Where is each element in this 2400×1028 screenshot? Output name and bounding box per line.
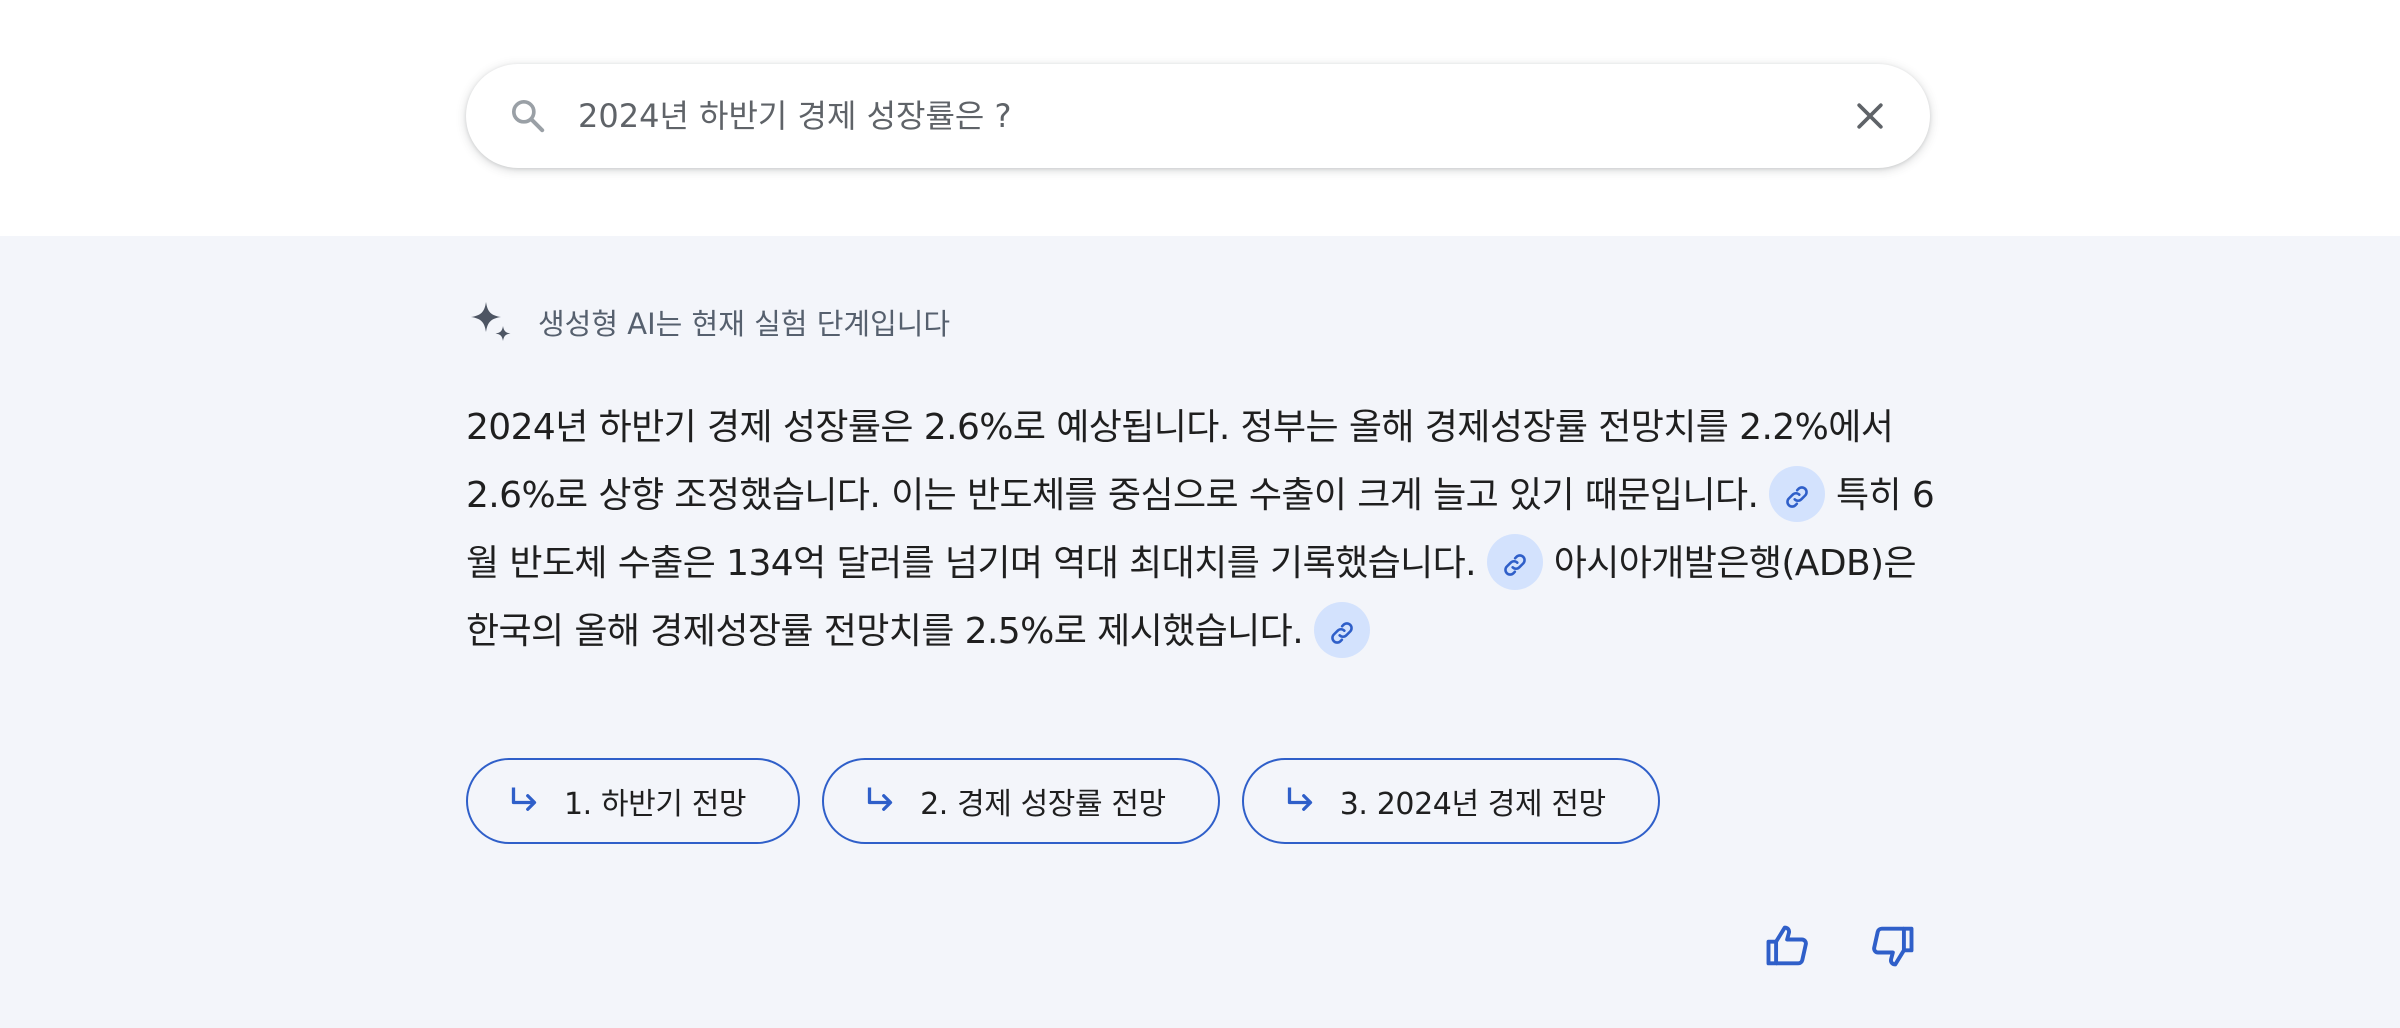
suggestion-label: 2. 경제 성장률 전망 bbox=[920, 787, 1166, 822]
search-header: 2024년 하반기 경제 성장률은 ? bbox=[0, 0, 2400, 236]
search-bar[interactable]: 2024년 하반기 경제 성장률은 ? bbox=[466, 64, 1930, 168]
suggestion-label: 1. 하반기 전망 bbox=[564, 787, 747, 822]
experimental-notice: 생성형 AI는 현재 실험 단계입니다 bbox=[466, 298, 950, 346]
link-icon bbox=[1331, 622, 1353, 644]
link-icon bbox=[1504, 554, 1526, 576]
suggestion-chip-2[interactable]: 2. 경제 성장률 전망 bbox=[822, 758, 1220, 844]
notice-text: 생성형 AI는 현재 실험 단계입니다 bbox=[538, 307, 951, 341]
subdirectory-arrow-icon bbox=[1287, 787, 1312, 811]
source-link-2[interactable] bbox=[1486, 534, 1543, 590]
thumbs-up-icon[interactable] bbox=[1762, 920, 1814, 972]
answer-sentence: 2024년 하반기 경제 성장률은 2.6%로 예상됩니다. 정부는 올해 경제… bbox=[466, 407, 1894, 516]
link-icon bbox=[1786, 486, 1808, 508]
suggestion-chips: 1. 하반기 전망 2. 경제 성장률 전망 3. 2024년 경제 전망 bbox=[466, 758, 1660, 844]
source-link-3[interactable] bbox=[1313, 602, 1370, 658]
subdirectory-arrow-icon bbox=[867, 787, 893, 811]
answer-text: 2024년 하반기 경제 성장률은 2.6%로 예상됩니다. 정부는 올해 경제… bbox=[466, 394, 1936, 666]
suggestion-chip-3[interactable]: 3. 2024년 경제 전망 bbox=[1241, 758, 1660, 844]
source-link-1[interactable] bbox=[1769, 466, 1826, 522]
suggestion-label: 3. 2024년 경제 전망 bbox=[1339, 787, 1606, 822]
sparkle-icon bbox=[471, 302, 511, 341]
search-input[interactable]: 2024년 하반기 경제 성장률은 ? bbox=[578, 64, 1012, 168]
search-icon bbox=[512, 100, 545, 133]
subdirectory-arrow-icon bbox=[511, 787, 537, 811]
close-icon[interactable] bbox=[1850, 96, 1890, 136]
thumbs-down-icon[interactable] bbox=[1866, 920, 1918, 972]
ai-overview-panel: 생성형 AI는 현재 실험 단계입니다 2024년 하반기 경제 성장률은 2.… bbox=[0, 236, 2400, 1028]
suggestion-chip-1[interactable]: 1. 하반기 전망 bbox=[466, 758, 801, 844]
